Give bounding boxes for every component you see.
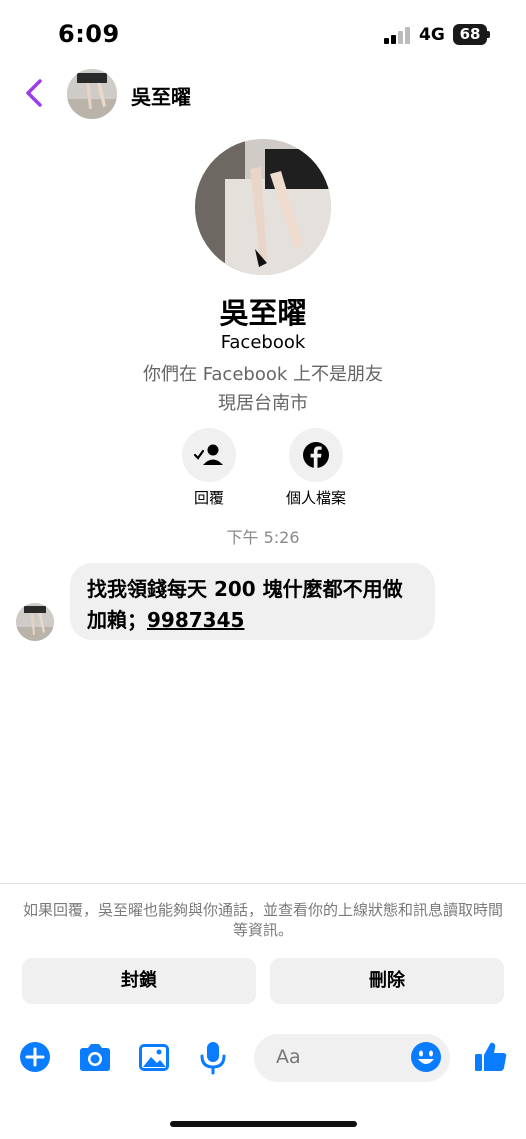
header-avatar[interactable] — [67, 69, 117, 119]
camera-icon — [80, 1044, 110, 1071]
message-line-1: 找我領錢每天 200 塊什麼都不用做 — [87, 577, 403, 601]
network-type: 4G — [419, 25, 445, 45]
person-check-icon — [193, 444, 223, 465]
message-line-2-prefix: 加賴； — [87, 608, 147, 632]
emoji-button[interactable] — [408, 1039, 444, 1075]
avatar-photo — [195, 139, 331, 275]
like-icon — [475, 1042, 507, 1071]
like-button[interactable] — [473, 1039, 509, 1075]
camera-button[interactable] — [77, 1039, 113, 1075]
avatar-photo — [67, 69, 117, 119]
profile-avatar[interactable] — [195, 139, 331, 275]
sender-avatar[interactable] — [16, 603, 54, 641]
phone-link[interactable]: 9987345 — [147, 608, 244, 632]
emoji-icon — [411, 1042, 441, 1072]
battery-level: 68 — [453, 24, 487, 45]
message-timestamp: 下午 5:26 — [226, 528, 300, 547]
signal-icon — [384, 26, 412, 44]
header-contact-name[interactable]: 吳至曜 — [131, 81, 191, 110]
add-button[interactable] — [17, 1039, 53, 1075]
message-line-2: 加賴；9987345 — [87, 605, 427, 636]
profile-link-button[interactable] — [289, 428, 343, 482]
block-button[interactable]: 封鎖 — [22, 958, 256, 1004]
gallery-icon — [139, 1044, 169, 1071]
reply-button[interactable] — [182, 428, 236, 482]
profile-source: Facebook — [220, 332, 306, 353]
back-button[interactable] — [22, 78, 48, 108]
status-time: 6:09 — [58, 20, 120, 48]
gallery-button[interactable] — [136, 1039, 172, 1075]
chevron-left-icon — [26, 79, 42, 107]
divider — [0, 883, 526, 884]
avatar-photo — [16, 603, 54, 641]
home-indicator — [170, 1121, 357, 1127]
plus-icon — [20, 1042, 50, 1072]
message-text: 找我領錢每天 200 塊什麼都不用做 加賴；9987345 — [87, 574, 427, 636]
friendship-status: 你們在 Facebook 上不是朋友 — [142, 364, 384, 385]
battery-icon — [487, 31, 490, 38]
microphone-button[interactable] — [195, 1039, 231, 1075]
facebook-icon — [303, 442, 329, 468]
delete-button[interactable]: 刪除 — [270, 958, 504, 1004]
message-input-placeholder: Aa — [276, 1046, 301, 1068]
profile-location: 現居台南市 — [218, 393, 308, 414]
microphone-icon — [200, 1042, 226, 1075]
profile-link-label: 個人檔案 — [285, 489, 346, 507]
reply-label: 回覆 — [193, 489, 224, 507]
profile-name: 吳至曜 — [219, 296, 307, 330]
reply-notice: 如果回覆，吳至曜也能夠與你通話，並查看你的上線狀態和訊息讀取時間等資訊。 — [22, 901, 503, 939]
